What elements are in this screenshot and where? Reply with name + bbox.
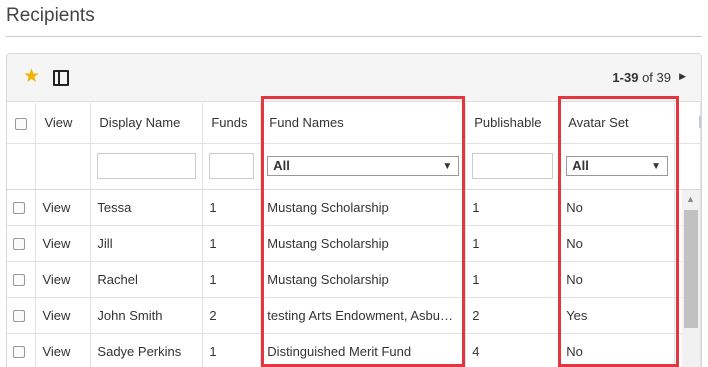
recipients-table: View Display Name Funds Fund Names Publi…: [7, 103, 701, 367]
recipients-grid-panel: ★ 1-39 of 39 ▶ View Display Name Funds F…: [6, 53, 702, 367]
pager-range: 1-39: [612, 70, 639, 85]
funds-cell: 1: [202, 225, 262, 262]
publishable-cell: 4: [465, 333, 561, 367]
avatar-set-cell: No: [559, 333, 675, 367]
select-all-checkbox[interactable]: [15, 117, 27, 130]
filter-cell-empty: [35, 143, 92, 190]
pager-summary: 1-39 of 39: [612, 70, 671, 85]
publishable-cell: 2: [465, 297, 561, 334]
display-name-filter-input[interactable]: [97, 153, 197, 179]
funds-cell: 1: [202, 189, 262, 226]
funds-cell: 1: [202, 261, 262, 298]
avatar-set-cell: Yes: [559, 297, 675, 334]
filter-cell-avatar-set: All ▼: [559, 143, 675, 190]
fund-names-cell: Distinguished Merit Fund: [260, 333, 467, 367]
row-checkbox[interactable]: [13, 346, 25, 359]
column-header-avatar-set[interactable]: Avatar Set: [559, 103, 675, 144]
pager-total: of 39: [642, 70, 671, 85]
display-name-cell: Jill: [90, 225, 204, 262]
avatar-set-cell: No: [559, 261, 675, 298]
publishable-cell: 1: [465, 225, 561, 262]
avatar-set-cell: No: [559, 189, 675, 226]
view-link[interactable]: View: [35, 189, 92, 226]
table-row: View Jill 1 Mustang Scholarship 1 No: [7, 225, 701, 262]
fund-names-filter-value: All: [273, 158, 290, 173]
scrollbar-thumb[interactable]: [684, 210, 698, 328]
grid-toolbar: ★ 1-39 of 39 ▶: [7, 54, 701, 102]
filter-cell-funds: [202, 143, 262, 190]
column-header-publishable[interactable]: Publishable: [465, 103, 561, 144]
column-header-view[interactable]: View: [35, 103, 92, 144]
funds-cell: 1: [202, 333, 262, 367]
row-checkbox[interactable]: [13, 202, 25, 215]
row-select-cell: [7, 333, 37, 367]
row-select-cell: [7, 189, 37, 226]
view-link[interactable]: View: [35, 225, 92, 262]
column-header-fund-names[interactable]: Fund Names: [260, 103, 467, 144]
fund-names-cell: testing Arts Endowment, Asbu…: [260, 297, 467, 334]
row-select-cell: [7, 261, 37, 298]
display-name-cell: John Smith: [90, 297, 204, 334]
filter-cell-display-name: [90, 143, 204, 190]
fund-names-cell: Mustang Scholarship: [260, 225, 467, 262]
fund-names-cell: Mustang Scholarship: [260, 189, 467, 226]
columns-panel-icon[interactable]: [53, 70, 69, 86]
publishable-filter-input[interactable]: [472, 153, 554, 179]
caret-down-icon: ▼: [442, 161, 453, 172]
fund-names-cell: Mustang Scholarship: [260, 261, 467, 298]
display-name-cell: Rachel: [90, 261, 204, 298]
column-resize-hint: [699, 116, 701, 128]
triangle-right-icon[interactable]: ▶: [679, 71, 686, 82]
publishable-cell: 1: [465, 189, 561, 226]
filter-cell-publishable: [465, 143, 561, 190]
column-header-display-name[interactable]: Display Name: [90, 103, 204, 144]
select-all-cell: [7, 103, 37, 144]
view-link[interactable]: View: [35, 297, 92, 334]
star-icon[interactable]: ★: [23, 67, 40, 87]
avatar-set-cell: No: [559, 225, 675, 262]
filter-cell-empty: [7, 143, 37, 190]
avatar-set-filter-select[interactable]: All ▼: [566, 156, 668, 176]
page-title: Recipients: [6, 5, 95, 26]
row-checkbox[interactable]: [13, 274, 25, 287]
column-header-overflow: [674, 103, 701, 144]
filter-row: All ▼ All ▼: [7, 143, 701, 190]
funds-filter-input[interactable]: [209, 153, 255, 179]
row-select-cell: [7, 297, 37, 334]
filter-cell-empty: [674, 143, 701, 190]
view-link[interactable]: View: [35, 261, 92, 298]
table-row: View John Smith 2 testing Arts Endowment…: [7, 297, 701, 334]
row-select-cell: [7, 225, 37, 262]
table-row: View Sadye Perkins 1 Distinguished Merit…: [7, 333, 701, 367]
column-header-funds[interactable]: Funds: [202, 103, 262, 144]
display-name-cell: Tessa: [90, 189, 204, 226]
row-checkbox[interactable]: [13, 310, 25, 323]
scroll-up-arrow-icon[interactable]: ▲: [686, 194, 695, 204]
title-divider: [6, 36, 702, 37]
funds-cell: 2: [202, 297, 262, 334]
display-name-cell: Sadye Perkins: [90, 333, 204, 367]
publishable-cell: 1: [465, 261, 561, 298]
row-checkbox[interactable]: [13, 238, 25, 251]
filter-cell-fund-names: All ▼: [260, 143, 467, 190]
avatar-set-filter-value: All: [572, 158, 589, 173]
view-link[interactable]: View: [35, 333, 92, 367]
header-row: View Display Name Funds Fund Names Publi…: [7, 103, 701, 144]
caret-down-icon: ▼: [651, 161, 661, 172]
fund-names-filter-select[interactable]: All ▼: [267, 156, 460, 176]
table-row: View Tessa 1 Mustang Scholarship 1 No: [7, 189, 701, 226]
table-row: View Rachel 1 Mustang Scholarship 1 No: [7, 261, 701, 298]
